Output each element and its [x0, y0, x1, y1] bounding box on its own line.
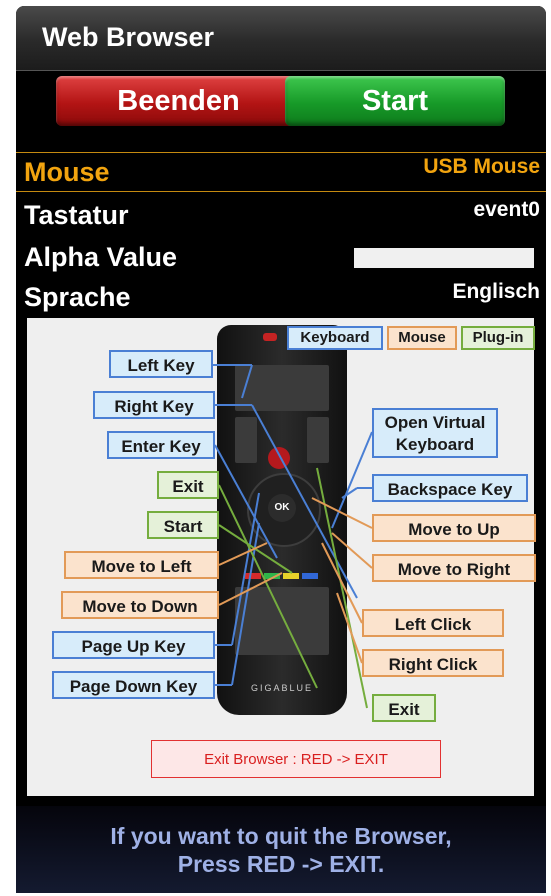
- exit-browser-hint: Exit Browser : RED -> EXIT: [151, 740, 441, 778]
- callout-start: Start: [147, 511, 219, 539]
- callout-right-key: Right Key: [93, 391, 215, 419]
- connector-line: [231, 522, 260, 686]
- title-bar: Web Browser: [16, 6, 546, 71]
- callout-move-right: Move to Right: [372, 554, 536, 582]
- footer-hint-text: If you want to quit the Browser, Press R…: [110, 823, 452, 877]
- callout-left-click: Left Click: [362, 609, 504, 637]
- setting-value: USB Mouse: [423, 155, 540, 178]
- mouse-tab-label: Mouse: [387, 326, 457, 350]
- plugin-tab-label: Plug-in: [461, 326, 535, 350]
- connector-line: [251, 404, 358, 599]
- connector-line: [336, 592, 363, 664]
- footer-hint-bar: If you want to quit the Browser, Press R…: [16, 806, 546, 893]
- callout-page-up-key: Page Up Key: [52, 631, 215, 659]
- connector-line: [218, 484, 318, 689]
- browser-window: Web Browser Beenden Start Mouse USB Mous…: [16, 6, 546, 893]
- connector-line: [331, 431, 373, 529]
- start-button[interactable]: Start: [285, 76, 505, 126]
- callout-left-key: Left Key: [109, 350, 213, 378]
- setting-label: Tastatur: [24, 200, 129, 230]
- window-title: Web Browser: [42, 22, 215, 52]
- callout-open-virtual-keyboard: Open Virtual Keyboard: [372, 408, 498, 458]
- setting-label: Mouse: [24, 157, 110, 187]
- quit-button[interactable]: Beenden: [56, 76, 301, 126]
- callout-page-down-key: Page Down Key: [52, 671, 215, 699]
- callout-backspace-key: Backspace Key: [372, 474, 528, 502]
- setting-value: Englisch: [452, 280, 540, 303]
- setting-row-alpha[interactable]: Alpha Value: [16, 238, 546, 276]
- connector-line: [231, 492, 260, 646]
- callout-move-up: Move to Up: [372, 514, 536, 542]
- alpha-value-slider[interactable]: [354, 248, 534, 268]
- setting-label: Sprache: [24, 282, 131, 312]
- callout-exit: Exit: [157, 471, 219, 499]
- setting-label: Alpha Value: [24, 242, 178, 272]
- callout-right-click: Right Click: [362, 649, 504, 677]
- callout-exit-right: Exit: [372, 694, 436, 722]
- connector-line: [218, 542, 268, 566]
- setting-row-mouse[interactable]: Mouse USB Mouse: [16, 152, 546, 192]
- setting-row-language[interactable]: Sprache Englisch: [16, 278, 546, 316]
- setting-value: event0: [473, 198, 540, 221]
- callout-enter-key: Enter Key: [107, 431, 215, 459]
- keyboard-tab-label: Keyboard: [287, 326, 383, 350]
- connector-line: [241, 364, 253, 399]
- callout-move-left: Move to Left: [64, 551, 219, 579]
- connector-line: [341, 487, 358, 499]
- remote-help-diagram: OK GIGABLUE Keyboard Mouse Plug-in Left …: [27, 318, 536, 796]
- callout-move-down: Move to Down: [61, 591, 219, 619]
- setting-row-keyboard[interactable]: Tastatur event0: [16, 196, 546, 234]
